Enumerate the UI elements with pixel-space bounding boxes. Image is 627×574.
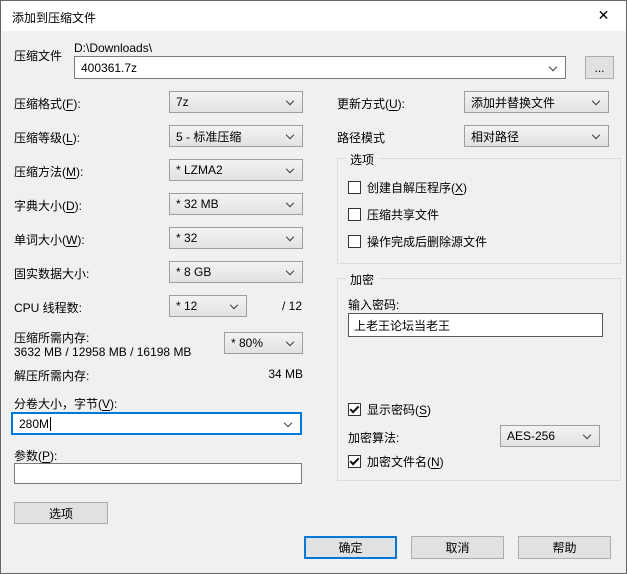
- chevron-down-icon: [229, 300, 239, 310]
- checkbox-icon: [348, 403, 361, 416]
- encrypt-names-checkbox[interactable]: 加密文件名(N): [348, 453, 444, 470]
- chevron-down-icon: [285, 96, 295, 106]
- memory-compress-detail: 3632 MB / 12958 MB / 16198 MB: [14, 345, 192, 359]
- split-volume-label: 分卷大小，字节(V):: [14, 397, 118, 411]
- archive-name-combo[interactable]: 400361.7z: [74, 56, 566, 79]
- options-button[interactable]: 选项: [14, 502, 108, 524]
- cancel-button[interactable]: 取消: [411, 536, 504, 559]
- chevron-down-icon: [591, 130, 601, 140]
- chevron-down-icon: [283, 418, 293, 427]
- parameters-label: 参数(P):: [14, 449, 58, 463]
- archive-directory: D:\Downloads\: [74, 41, 153, 55]
- chevron-down-icon: [285, 266, 295, 276]
- sfx-checkbox[interactable]: 创建自解压程序(X): [348, 179, 467, 196]
- checkbox-icon: [348, 181, 361, 194]
- dictionary-label: 字典大小(D):: [14, 199, 83, 213]
- chevron-down-icon: [285, 164, 295, 174]
- chevron-down-icon: [285, 232, 295, 242]
- method-select[interactable]: * LZMA2: [169, 159, 303, 181]
- parameters-input[interactable]: [14, 463, 302, 484]
- cpu-threads-select[interactable]: * 12: [169, 295, 247, 317]
- checkbox-icon: [348, 455, 361, 468]
- memory-decompress-label: 解压所需内存:: [14, 369, 90, 383]
- word-size-label: 单词大小(W):: [14, 233, 85, 247]
- titlebar: 添加到压缩文件 ✕: [1, 1, 626, 31]
- help-button[interactable]: 帮助: [518, 536, 611, 559]
- path-mode-select[interactable]: 相对路径: [464, 125, 609, 147]
- chevron-down-icon: [285, 198, 295, 208]
- word-size-select[interactable]: * 32: [169, 227, 303, 249]
- options-group-title: 选项: [346, 151, 379, 168]
- text-caret: [50, 416, 52, 431]
- format-select[interactable]: 7z: [169, 91, 303, 113]
- archive-name-value: 400361.7z: [81, 60, 138, 75]
- format-label: 压缩格式(F):: [14, 97, 81, 111]
- chevron-down-icon: [285, 130, 295, 140]
- memory-usage-select[interactable]: * 80%: [224, 332, 303, 354]
- method-label: 压缩方法(M):: [14, 165, 84, 179]
- checkbox-icon: [348, 208, 361, 221]
- chevron-down-icon: [591, 96, 601, 106]
- cpu-threads-label: CPU 线程数:: [14, 301, 83, 315]
- archive-label: 压缩文件: [14, 49, 63, 63]
- ok-button[interactable]: 确定: [304, 536, 397, 559]
- solid-block-label: 固实数据大小:: [14, 267, 90, 281]
- password-label: 输入密码:: [348, 298, 400, 312]
- path-mode-label: 路径模式: [337, 131, 386, 145]
- add-to-archive-dialog: 添加到压缩文件 ✕ 压缩文件 D:\Downloads\ 400361.7z .…: [0, 0, 627, 574]
- memory-decompress-value: 34 MB: [268, 367, 303, 381]
- dictionary-select[interactable]: * 32 MB: [169, 193, 303, 215]
- encryption-method-label: 加密算法:: [348, 431, 400, 445]
- level-label: 压缩等级(L):: [14, 131, 81, 145]
- solid-block-select[interactable]: * 8 GB: [169, 261, 303, 283]
- password-input[interactable]: [348, 313, 603, 337]
- update-mode-select[interactable]: 添加并替换文件: [464, 91, 609, 113]
- show-password-checkbox[interactable]: 显示密码(S): [348, 401, 431, 418]
- level-select[interactable]: 5 - 标准压缩: [169, 125, 303, 147]
- dialog-title: 添加到压缩文件: [12, 11, 97, 25]
- chevron-down-icon: [285, 337, 295, 347]
- split-volume-combo[interactable]: 280M: [11, 412, 302, 435]
- encryption-method-select[interactable]: AES-256: [500, 425, 600, 447]
- chevron-down-icon: [582, 430, 592, 440]
- chevron-down-icon: [548, 62, 558, 71]
- update-mode-label: 更新方式(U):: [337, 97, 406, 111]
- checkbox-icon: [348, 235, 361, 248]
- encryption-group-title: 加密: [346, 271, 379, 288]
- shared-files-checkbox[interactable]: 压缩共享文件: [348, 206, 439, 223]
- cpu-threads-max: / 12: [282, 299, 303, 313]
- browse-button[interactable]: ...: [585, 56, 614, 79]
- delete-after-checkbox[interactable]: 操作完成后删除源文件: [348, 233, 487, 250]
- memory-compress-label: 压缩所需内存:: [14, 331, 90, 345]
- close-icon[interactable]: ✕: [581, 1, 626, 30]
